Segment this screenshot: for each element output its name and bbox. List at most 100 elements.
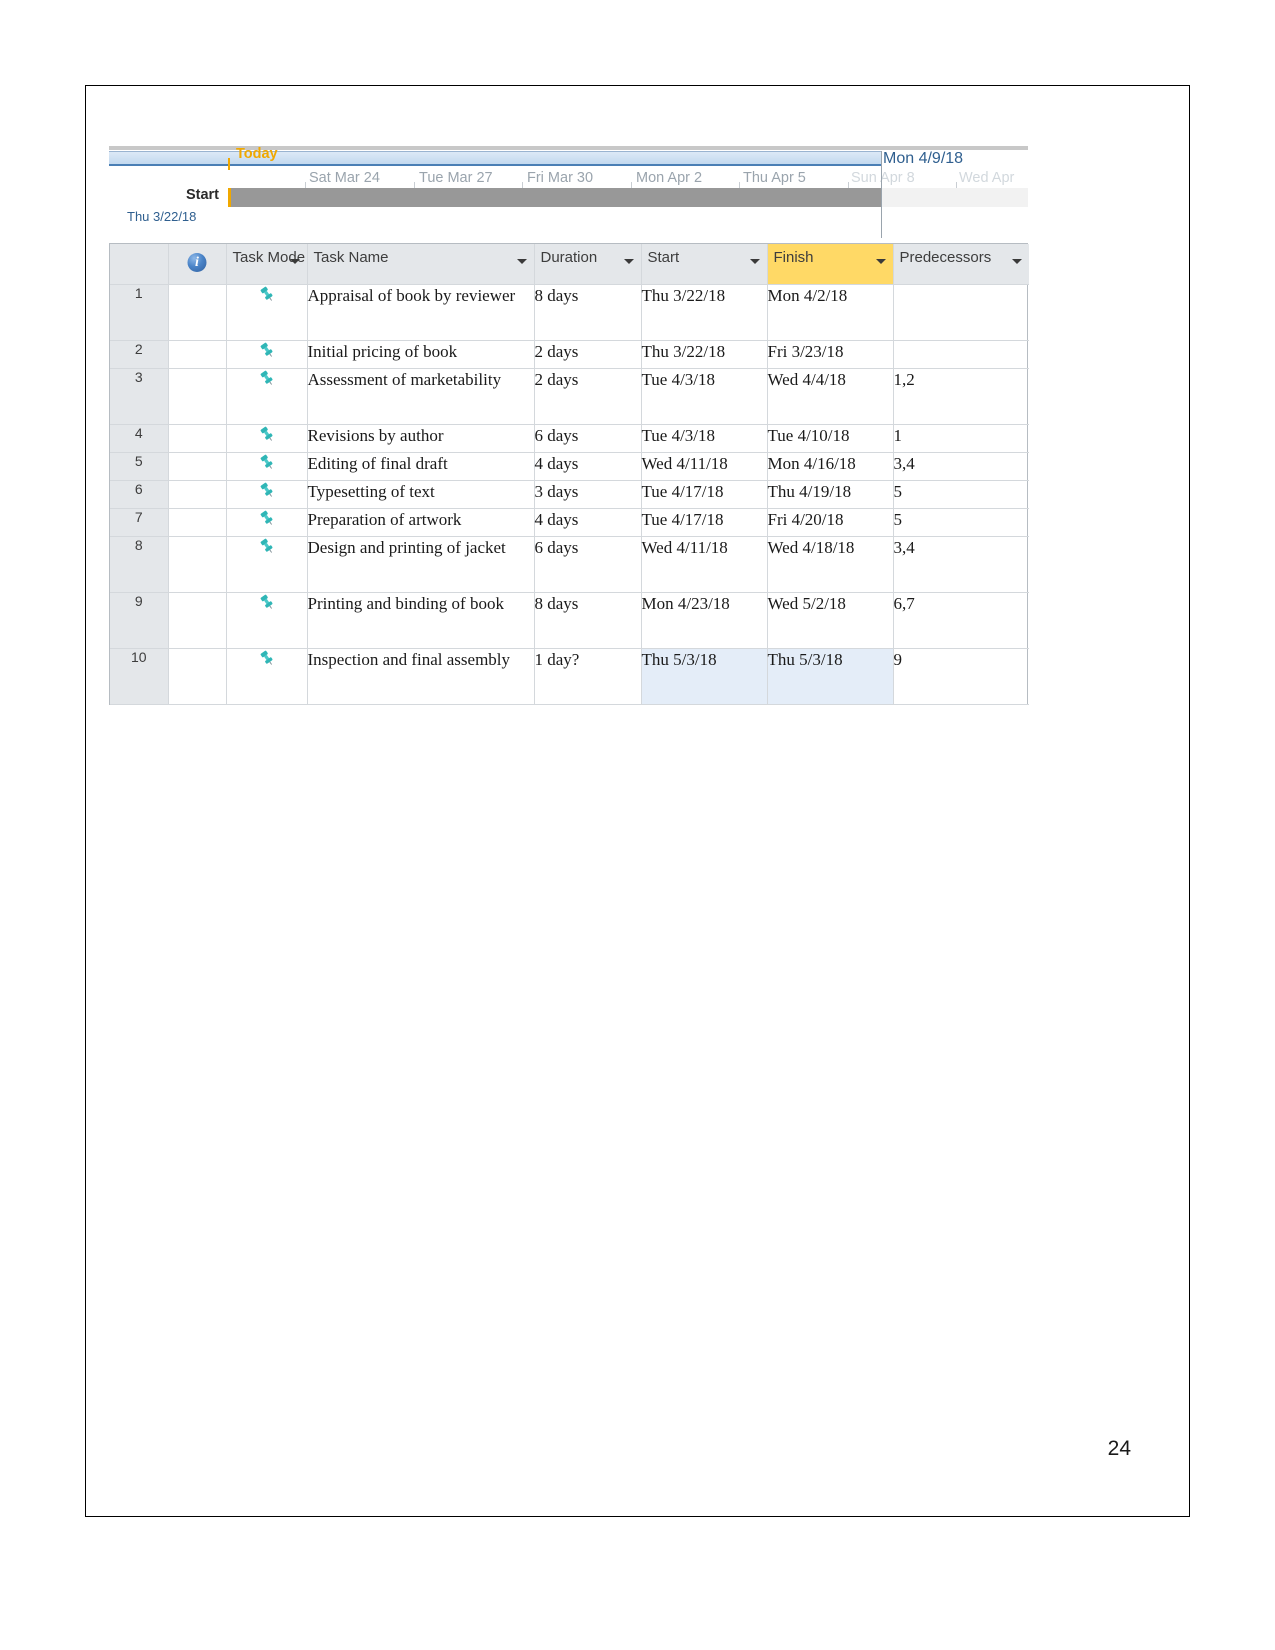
table-row[interactable]: 1 Appraisal of book by reviewer 8 days Thu …: [110, 284, 1029, 341]
row-id-cell[interactable]: 7: [110, 508, 169, 537]
row-indicator-cell[interactable]: [168, 368, 227, 425]
row-finish-cell[interactable]: Wed 5/2/18: [767, 592, 894, 649]
table-row[interactable]: 3 Assessment of marketability 2 days Tue 4/…: [110, 368, 1029, 425]
row-indicator-cell[interactable]: [168, 536, 227, 593]
row-predecessors-cell[interactable]: 3,4: [893, 452, 1029, 481]
row-task-name-cell[interactable]: Printing and binding of book: [307, 592, 535, 649]
pushpin-icon[interactable]: [226, 592, 308, 649]
table-row[interactable]: 2 Initial pricing of book 2 days Thu 3/22/1…: [110, 340, 1029, 369]
pushpin-icon[interactable]: [226, 648, 308, 705]
row-start-cell[interactable]: Wed 4/11/18: [641, 452, 768, 481]
row-predecessors-cell[interactable]: 5: [893, 480, 1029, 509]
row-indicator-cell[interactable]: [168, 508, 227, 537]
row-task-name-cell[interactable]: Assessment of marketability: [307, 368, 535, 425]
row-start-cell[interactable]: Tue 4/3/18: [641, 424, 768, 453]
row-finish-cell[interactable]: Fri 3/23/18: [767, 340, 894, 369]
row-indicator-cell[interactable]: [168, 284, 227, 341]
pushpin-icon[interactable]: [226, 452, 308, 481]
row-start-cell[interactable]: Thu 3/22/18: [641, 284, 768, 341]
chevron-down-icon[interactable]: [875, 259, 886, 264]
row-start-cell[interactable]: Tue 4/17/18: [641, 508, 768, 537]
row-finish-cell[interactable]: Tue 4/10/18: [767, 424, 894, 453]
chevron-down-icon[interactable]: [289, 259, 300, 264]
row-finish-cell[interactable]: Mon 4/16/18: [767, 452, 894, 481]
row-predecessors-cell[interactable]: 1,2: [893, 368, 1029, 425]
row-finish-cell[interactable]: Thu 5/3/18: [767, 648, 894, 705]
column-header-start[interactable]: Start: [641, 244, 768, 285]
row-start-cell[interactable]: Wed 4/11/18: [641, 536, 768, 593]
table-row[interactable]: 7 Preparation of artwork 4 days Tue 4/17/18…: [110, 508, 1029, 537]
table-row[interactable]: 6 Typesetting of text 3 days Tue 4/17/18 Thu…: [110, 480, 1029, 509]
pushpin-icon[interactable]: [226, 368, 308, 425]
row-predecessors-cell[interactable]: 6,7: [893, 592, 1029, 649]
pushpin-icon[interactable]: [226, 536, 308, 593]
column-header-id[interactable]: [110, 244, 169, 285]
row-predecessors-cell[interactable]: 5: [893, 508, 1029, 537]
chevron-down-icon[interactable]: [516, 259, 527, 264]
row-predecessors-cell[interactable]: 1: [893, 424, 1029, 453]
row-predecessors-cell[interactable]: 9: [893, 648, 1029, 705]
row-finish-cell[interactable]: Wed 4/18/18: [767, 536, 894, 593]
row-start-cell[interactable]: Tue 4/17/18: [641, 480, 768, 509]
row-duration-cell[interactable]: 4 days: [534, 508, 642, 537]
pushpin-icon[interactable]: [226, 424, 308, 453]
row-task-name-cell[interactable]: Typesetting of text: [307, 480, 535, 509]
row-duration-cell[interactable]: 2 days: [534, 340, 642, 369]
column-header-duration[interactable]: Duration: [534, 244, 642, 285]
pushpin-icon[interactable]: [226, 480, 308, 509]
row-start-cell[interactable]: Tue 4/3/18: [641, 368, 768, 425]
row-id-cell[interactable]: 4: [110, 424, 169, 453]
row-task-name-cell[interactable]: Design and printing of jacket: [307, 536, 535, 593]
row-task-name-cell[interactable]: Initial pricing of book: [307, 340, 535, 369]
row-task-name-cell[interactable]: Inspection and final assembly: [307, 648, 535, 705]
pushpin-icon[interactable]: [226, 284, 308, 341]
row-indicator-cell[interactable]: [168, 592, 227, 649]
row-indicator-cell[interactable]: [168, 648, 227, 705]
column-header-task-name[interactable]: Task Name: [307, 244, 535, 285]
row-id-cell[interactable]: 6: [110, 480, 169, 509]
table-row[interactable]: 4 Revisions by author 6 days Tue 4/3/18 Tue …: [110, 424, 1029, 453]
row-id-cell[interactable]: 8: [110, 536, 169, 593]
pushpin-icon[interactable]: [226, 508, 308, 537]
row-finish-cell[interactable]: Wed 4/4/18: [767, 368, 894, 425]
row-task-name-cell[interactable]: Revisions by author: [307, 424, 535, 453]
row-indicator-cell[interactable]: [168, 340, 227, 369]
row-start-cell[interactable]: Thu 5/3/18: [641, 648, 768, 705]
row-duration-cell[interactable]: 6 days: [534, 536, 642, 593]
row-id-cell[interactable]: 1: [110, 284, 169, 341]
chevron-down-icon[interactable]: [1012, 259, 1022, 264]
row-id-cell[interactable]: 2: [110, 340, 169, 369]
table-row[interactable]: 8 Design and printing of jacket 6 days Wed …: [110, 536, 1029, 593]
row-predecessors-cell[interactable]: [893, 340, 1029, 369]
chevron-down-icon[interactable]: [749, 259, 760, 264]
column-header-indicators[interactable]: i: [168, 244, 227, 285]
row-finish-cell[interactable]: Thu 4/19/18: [767, 480, 894, 509]
table-row[interactable]: 9 Printing and binding of book 8 days Mon 4…: [110, 592, 1029, 649]
row-id-cell[interactable]: 5: [110, 452, 169, 481]
row-predecessors-cell[interactable]: 3,4: [893, 536, 1029, 593]
row-duration-cell[interactable]: 4 days: [534, 452, 642, 481]
chevron-down-icon[interactable]: [623, 259, 634, 264]
row-start-cell[interactable]: Mon 4/23/18: [641, 592, 768, 649]
row-duration-cell[interactable]: 8 days: [534, 284, 642, 341]
row-id-cell[interactable]: 3: [110, 368, 169, 425]
table-row[interactable]: 10 Inspection and final assembly 1 day? Thu…: [110, 648, 1029, 705]
row-indicator-cell[interactable]: [168, 424, 227, 453]
row-indicator-cell[interactable]: [168, 480, 227, 509]
row-duration-cell[interactable]: 6 days: [534, 424, 642, 453]
row-indicator-cell[interactable]: [168, 452, 227, 481]
row-duration-cell[interactable]: 8 days: [534, 592, 642, 649]
project-timeline[interactable]: Sat Mar 24 Tue Mar 27 Fri Mar 30 Mon Apr 2 T…: [109, 144, 1028, 238]
row-finish-cell[interactable]: Fri 4/20/18: [767, 508, 894, 537]
row-start-cell[interactable]: Thu 3/22/18: [641, 340, 768, 369]
table-row[interactable]: 5 Editing of final draft 4 days Wed 4/11/18…: [110, 452, 1029, 481]
row-id-cell[interactable]: 9: [110, 592, 169, 649]
row-duration-cell[interactable]: 1 day?: [534, 648, 642, 705]
row-task-name-cell[interactable]: Preparation of artwork: [307, 508, 535, 537]
column-header-finish[interactable]: Finish: [767, 244, 894, 285]
task-grid[interactable]: i Task Mode Task Name Duration Start Fin…: [109, 243, 1029, 705]
pushpin-icon[interactable]: [226, 340, 308, 369]
row-finish-cell[interactable]: Mon 4/2/18: [767, 284, 894, 341]
row-duration-cell[interactable]: 3 days: [534, 480, 642, 509]
timeline-progress-bar[interactable]: [228, 188, 881, 207]
